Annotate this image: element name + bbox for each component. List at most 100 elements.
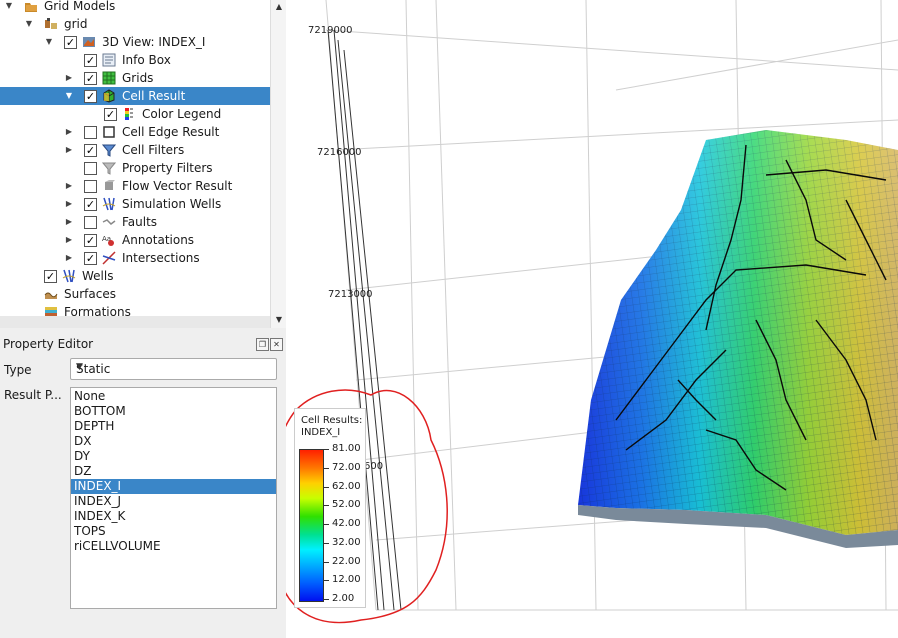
result-list-item[interactable]: BOTTOM (71, 404, 276, 419)
float-panel-icon[interactable]: ❐ (256, 338, 269, 351)
tree-item-flow-vector-result[interactable]: ▶ Flow Vector Result (0, 177, 270, 195)
result-list-item[interactable]: None (71, 389, 276, 404)
coord-label: 600 (364, 461, 384, 472)
visibility-checkbox[interactable]: ✓ (44, 270, 57, 283)
scroll-up-icon[interactable]: ▲ (273, 1, 285, 13)
visibility-checkbox[interactable] (84, 162, 97, 175)
result-property-label: Result P... (4, 388, 62, 402)
tree-item-3d-view-index-i[interactable]: ▼ ✓ 3D View: INDEX_I (0, 33, 270, 51)
3d-viewer[interactable]: 7219000 7216000 7213000 600 (286, 0, 898, 638)
tree-item-label: Faults (122, 215, 158, 229)
result-list-item[interactable]: DY (71, 449, 276, 464)
tree-item-color-legend[interactable]: ✓ Color Legend (0, 105, 270, 123)
type-select[interactable]: Static ▼ (70, 358, 277, 380)
legend-tick-label: 72.00 (332, 461, 361, 473)
legend-tick-mark (324, 449, 329, 450)
tree-item-wells[interactable]: ✓ Wells (0, 267, 270, 285)
expand-right-icon[interactable]: ▶ (64, 213, 74, 231)
visibility-checkbox[interactable]: ✓ (84, 54, 97, 67)
tree-item-surfaces[interactable]: Surfaces (0, 285, 270, 303)
expand-down-icon[interactable]: ▼ (4, 0, 14, 15)
visibility-checkbox[interactable]: ✓ (84, 72, 97, 85)
visibility-checkbox[interactable]: ✓ (84, 252, 97, 265)
tree-horizontal-scrollbar[interactable] (0, 316, 270, 328)
simulation-wells-icon (102, 197, 116, 211)
left-panel: ▼ Grid Models ▼ grid ▼ ✓ 3D View: INDEX_I ✓ Info… (0, 0, 287, 638)
legend-tick-mark (324, 467, 329, 469)
property-editor-header: Property Editor ❐ ✕ (0, 334, 286, 354)
expand-right-icon[interactable]: ▶ (64, 123, 74, 141)
property-filter-icon (101, 161, 117, 175)
tree-item-label: Grid Models (44, 0, 116, 13)
result-list-item[interactable]: DEPTH (71, 419, 276, 434)
tree-item-info-box[interactable]: ✓ Info Box (0, 51, 270, 69)
tree-item-label: Color Legend (142, 107, 222, 121)
3d-view-icon (82, 35, 96, 49)
tree-item-label: Annotations (122, 233, 195, 247)
expand-right-icon[interactable]: ▶ (64, 249, 74, 267)
color-legend: Cell Results: INDEX_I 81.00 72.00 62.00 52.… (294, 408, 366, 608)
folder-models-icon (24, 0, 38, 13)
expand-down-icon[interactable]: ▼ (64, 87, 74, 105)
annotations-icon: Aa (102, 233, 116, 247)
result-property-list[interactable]: None BOTTOM DEPTH DX DY DZ INDEX_I INDEX_J INDEX… (70, 387, 277, 609)
legend-tick-label: 32.00 (332, 536, 361, 548)
project-tree[interactable]: ▼ Grid Models ▼ grid ▼ ✓ 3D View: INDEX_I ✓ Info… (0, 0, 270, 328)
tree-vertical-scrollbar[interactable]: ▲ ▼ (270, 0, 287, 328)
tree-item-cell-edge-result[interactable]: ▶ Cell Edge Result (0, 123, 270, 141)
visibility-checkbox[interactable]: ✓ (64, 36, 77, 49)
result-list-item[interactable]: TOPS (71, 524, 276, 539)
color-legend-icon (122, 107, 136, 121)
legend-tick-mark (324, 486, 329, 488)
tree-item-label: Grids (122, 71, 154, 85)
tree-item-label: Cell Edge Result (122, 125, 220, 139)
scroll-down-icon[interactable]: ▼ (273, 314, 285, 326)
coord-label: 7219000 (308, 25, 353, 36)
legend-tick-mark (324, 524, 329, 525)
tree-item-grid-models[interactable]: ▼ Grid Models (0, 0, 270, 15)
visibility-checkbox[interactable] (84, 216, 97, 229)
tree-item-label: Simulation Wells (122, 197, 222, 211)
visibility-checkbox[interactable]: ✓ (84, 90, 97, 103)
expand-right-icon[interactable]: ▶ (64, 231, 74, 249)
result-list-item[interactable]: INDEX_K (71, 509, 276, 524)
result-list-item[interactable]: INDEX_I (71, 479, 276, 494)
visibility-checkbox[interactable]: ✓ (84, 144, 97, 157)
visibility-checkbox[interactable]: ✓ (84, 234, 97, 247)
result-list-item[interactable]: riCELLVOLUME (71, 539, 276, 554)
tree-item-label: grid (64, 17, 88, 31)
tree-item-label: Wells (82, 269, 114, 283)
tree-item-grids[interactable]: ▶ ✓ Grids (0, 69, 270, 87)
close-panel-icon[interactable]: ✕ (270, 338, 283, 351)
visibility-checkbox[interactable]: ✓ (104, 108, 117, 121)
chevron-down-icon: ▼ (76, 362, 83, 372)
tree-item-cell-filters[interactable]: ▶ ✓ Cell Filters (0, 141, 270, 159)
tree-item-simulation-wells[interactable]: ▶ ✓ Simulation Wells (0, 195, 270, 213)
tree-item-intersections[interactable]: ▶ ✓ Intersections (0, 249, 270, 267)
faults-icon (102, 215, 116, 229)
tree-item-faults[interactable]: ▶ Faults (0, 213, 270, 231)
expand-down-icon[interactable]: ▼ (24, 15, 34, 33)
result-list-item[interactable]: DX (71, 434, 276, 449)
result-list-item[interactable]: DZ (71, 464, 276, 479)
legend-title: Cell Results: (301, 415, 363, 426)
intersections-icon (102, 251, 116, 265)
expand-right-icon[interactable]: ▶ (64, 177, 74, 195)
tree-item-label: Flow Vector Result (122, 179, 233, 193)
expand-right-icon[interactable]: ▶ (64, 195, 74, 213)
visibility-checkbox[interactable] (84, 180, 97, 193)
legend-subtitle: INDEX_I (301, 427, 341, 438)
property-editor-title: Property Editor (3, 337, 94, 351)
tree-item-annotations[interactable]: ▶ ✓ Aa Annotations (0, 231, 270, 249)
visibility-checkbox[interactable] (84, 126, 97, 139)
expand-right-icon[interactable]: ▶ (64, 141, 74, 159)
visibility-checkbox[interactable]: ✓ (84, 198, 97, 211)
expand-right-icon[interactable]: ▶ (64, 69, 74, 87)
tree-item-property-filters[interactable]: Property Filters (0, 159, 270, 177)
tree-item-grid[interactable]: ▼ grid (0, 15, 270, 33)
3d-scene (286, 0, 898, 624)
info-box-icon (102, 53, 116, 67)
expand-down-icon[interactable]: ▼ (44, 33, 54, 51)
result-list-item[interactable]: INDEX_J (71, 494, 276, 509)
tree-item-cell-result[interactable]: ▼ ✓ Cell Result (0, 87, 270, 105)
